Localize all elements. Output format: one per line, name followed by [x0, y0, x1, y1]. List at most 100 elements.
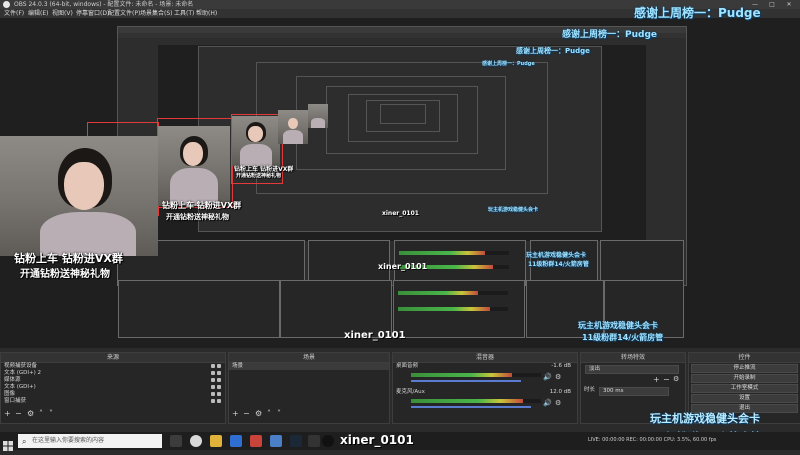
start-recording-button[interactable]: 开始录制 — [691, 374, 798, 383]
remove-transition-icon[interactable]: − — [663, 375, 670, 384]
add-scene-icon[interactable]: + — [232, 409, 239, 418]
scene-item[interactable]: 场景 — [229, 363, 389, 370]
source-item[interactable]: 文本 (GDI+) — [1, 384, 225, 391]
lock-icon — [217, 371, 221, 375]
sources-dock-title: 来源 — [1, 353, 225, 363]
source-item[interactable]: 图像 — [1, 391, 225, 398]
menu-docks[interactable]: 停靠窗口(D) — [76, 9, 109, 18]
menu-help[interactable]: 帮助(H) — [196, 9, 217, 18]
maximize-button[interactable]: □ — [765, 0, 779, 9]
cam-caption-line2: 开通钻粉送神秘礼物 — [20, 269, 110, 280]
nested-sources-dock-2 — [118, 280, 280, 338]
eye-icon — [211, 392, 215, 396]
search-icon: ⌕ — [22, 437, 27, 446]
transition-type-select[interactable]: 淡出 — [585, 365, 679, 374]
system-tray: LIVE: 00:00:00 REC: 00:00:00 CPU: 3.5%, … — [588, 436, 716, 443]
cam-caption-line1: 钻粉上车 钻粉进VX群 — [14, 252, 123, 265]
app-icon-red[interactable] — [250, 435, 262, 447]
transition-settings-icon[interactable]: ⚙ — [673, 375, 679, 383]
nested-mixer-dock-2 — [393, 280, 525, 338]
menu-edit[interactable]: 编辑(E) — [28, 9, 48, 18]
close-button[interactable]: ✕ — [782, 0, 796, 9]
audio-level-meter — [411, 373, 512, 377]
steam-icon[interactable] — [290, 435, 302, 447]
menu-view[interactable]: 视图(V) — [52, 9, 73, 18]
webcam-feed-4 — [278, 110, 308, 144]
webcam-feed — [0, 136, 158, 256]
mixer-channel-db: 12.0 dB — [549, 389, 571, 395]
promo-nested2-line2: 11级粉群14/火箭房管 — [528, 261, 589, 268]
obs-taskbar-icon[interactable] — [190, 435, 202, 447]
app-icon-blue[interactable] — [270, 435, 282, 447]
source-item[interactable]: 媒体源 — [1, 377, 225, 384]
duration-input[interactable]: 300 ms — [599, 387, 669, 396]
menu-profile[interactable]: 配置文件(P) — [108, 9, 140, 18]
webcam-feed-2 — [158, 126, 230, 206]
nested-obs-window-8 — [380, 104, 426, 124]
source-item[interactable]: 窗口捕获 — [1, 398, 225, 405]
lock-icon — [217, 392, 221, 396]
file-explorer-icon[interactable] — [210, 435, 222, 447]
settings-button[interactable]: 设置 — [691, 394, 798, 403]
lock-icon — [217, 399, 221, 403]
thanks-banner-nested: 感谢上周榜一：Pudge — [562, 30, 657, 40]
thanks-banner-nested-3: 感谢上周榜一：Pudge — [482, 61, 535, 67]
cam-caption-nested-line1: 钻粉上车 钻粉进VX群 — [162, 201, 242, 210]
promo-nested-line1: 玩主机游戏稳健头会卡 — [578, 321, 658, 330]
tray-status: LIVE: 00:00:00 REC: 00:00:00 CPU: 3.5%, … — [588, 437, 717, 443]
studio-mode-button[interactable]: 工作室模式 — [691, 384, 798, 393]
volume-slider[interactable] — [411, 380, 521, 382]
tiktok-handle-nested: xiner_0101 — [344, 330, 406, 341]
thanks-banner: 感谢上周榜一：Pudge — [634, 6, 761, 20]
stop-streaming-button[interactable]: 停止推流 — [691, 364, 798, 373]
mixer-dock-title: 混音器 — [393, 353, 577, 363]
cam-caption-nested-line2: 开通钻粉送神秘礼物 — [166, 213, 229, 221]
source-item[interactable]: 视频捕获设备 — [1, 363, 225, 370]
webcam-feed-5 — [308, 104, 328, 128]
windows-start-icon[interactable] — [3, 436, 13, 451]
speaker-icon[interactable]: 🔊 — [543, 399, 552, 407]
cam-caption-nested2-line2: 开通钻粉送神秘礼物 — [236, 173, 282, 179]
add-transition-icon[interactable]: + — [653, 375, 660, 384]
add-source-icon[interactable]: + — [4, 409, 11, 418]
eye-icon — [211, 371, 215, 375]
app-icon-dark[interactable] — [308, 435, 320, 447]
browser-icon[interactable] — [230, 435, 242, 447]
mixer-channel-name: 桌面音频 — [396, 363, 419, 369]
promo-nested-line2: 11级粉群14/火箭房管 — [582, 333, 664, 342]
tiktok-icon — [322, 434, 334, 447]
menu-tools[interactable]: 工具(T) — [174, 9, 194, 18]
gear-icon[interactable]: ⚙ — [555, 399, 561, 407]
source-item[interactable]: 文本 (GDI+) 2 — [1, 370, 225, 377]
task-view-icon[interactable] — [170, 435, 182, 447]
webcam-feed-3 — [232, 116, 280, 166]
taskbar-search-input[interactable]: 在这里输入你要搜索的内容 — [18, 434, 162, 448]
scene-move-down-icon[interactable]: ˅ — [277, 409, 281, 418]
window-title: OBS 24.0.3 (64-bit, windows) - 配置文件: 未命名… — [14, 1, 194, 8]
move-down-icon[interactable]: ˅ — [49, 409, 53, 418]
source-settings-icon[interactable]: ⚙ — [27, 409, 34, 418]
mixer-channel-name: 麦克风/Aux — [396, 389, 425, 395]
menu-scene-collection[interactable]: 场景集合(S) — [140, 9, 173, 18]
audio-level-meter — [411, 399, 523, 403]
move-up-icon[interactable]: ˄ — [39, 409, 43, 418]
promo-nested3-line1: 玩主机游戏稳健头会卡 — [488, 207, 539, 213]
lock-icon — [217, 385, 221, 389]
remove-source-icon[interactable]: − — [15, 409, 22, 418]
gear-icon[interactable]: ⚙ — [555, 373, 561, 381]
controls-dock-title: 控件 — [689, 353, 800, 363]
scene-move-up-icon[interactable]: ˄ — [267, 409, 271, 418]
scene-filters-icon[interactable]: ⚙ — [255, 409, 262, 418]
eye-icon — [211, 399, 215, 403]
volume-slider[interactable] — [411, 406, 531, 408]
audio-mixer-dock: 混音器 桌面音频 -1.6 dB 🔊 ⚙ 麦克风/Aux 12.0 dB 🔊 ⚙ — [392, 352, 578, 424]
lock-icon — [217, 364, 221, 368]
menu-file[interactable]: 文件(F) — [4, 9, 24, 18]
remove-scene-icon[interactable]: − — [243, 409, 250, 418]
sources-dock: 来源 视频捕获设备 文本 (GDI+) 2 媒体源 文本 (GDI+) 图像 窗… — [0, 352, 226, 424]
preview-canvas[interactable]: 钻粉上车 钻粉进VX群 开通钻粉送神秘礼物 钻粉上车 钻粉进VX群 开通钻粉送神… — [0, 6, 800, 348]
speaker-icon[interactable]: 🔊 — [543, 373, 552, 381]
scenes-dock-title: 场景 — [229, 353, 389, 363]
mixer-channel-db: -1.6 dB — [551, 363, 571, 369]
thanks-banner-nested-2: 感谢上周榜一：Pudge — [516, 47, 590, 55]
